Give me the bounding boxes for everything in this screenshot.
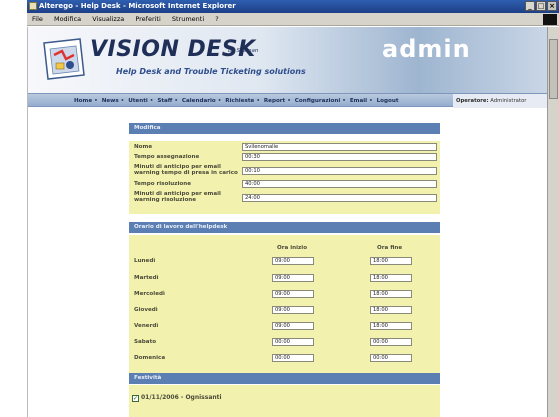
sabato-end-input[interactable]: 00:00 bbox=[370, 338, 412, 346]
orario-panel: Ora inizio Ora fine Lunedì 09:00 18:00 M… bbox=[129, 235, 440, 375]
anticipo-risoluzione-input[interactable]: 24:00 bbox=[242, 194, 437, 202]
nav-spacer bbox=[28, 108, 547, 117]
nav-links: Home • News • Utenti • Staff • Calendario • R… bbox=[74, 94, 399, 108]
col-ora-inizio: Ora inizio bbox=[277, 245, 308, 251]
nav-separator: • bbox=[94, 98, 98, 104]
nav-logout[interactable]: Logout bbox=[377, 98, 399, 104]
holiday-checkbox[interactable]: ✓ bbox=[132, 395, 139, 402]
modifica-panel: Nome Svilenomalie Tempo assegnazione 00:… bbox=[129, 141, 440, 214]
field-label-tempo-risoluzione: Tempo risoluzione bbox=[134, 181, 192, 187]
field-label-nome: Nome bbox=[134, 144, 153, 150]
martedi-start-input[interactable]: 09:00 bbox=[272, 274, 314, 282]
ie-app-icon bbox=[29, 2, 37, 10]
operator-name: Administrator bbox=[490, 98, 527, 104]
window-titlebar: Alterego - Help Desk - Microsoft Interne… bbox=[27, 0, 559, 13]
martedi-end-input[interactable]: 18:00 bbox=[370, 274, 412, 282]
nome-input[interactable]: Svilenomalie bbox=[242, 143, 437, 151]
nav-report[interactable]: Report bbox=[264, 98, 285, 104]
day-label: Venerdì bbox=[134, 323, 159, 329]
festivita-panel: ✓ 01/11/2006 - Ognissanti bbox=[129, 385, 440, 417]
field-label-anticipo-presa-carico: Minuti di anticipo per email warning tem… bbox=[134, 164, 238, 176]
nav-home[interactable]: Home bbox=[74, 98, 92, 104]
nav-separator: • bbox=[256, 98, 260, 104]
nav-separator: • bbox=[369, 98, 373, 104]
operator-label: Operatore: bbox=[456, 98, 489, 104]
lunedi-start-input[interactable]: 09:00 bbox=[272, 257, 314, 265]
field-label-anticipo-risoluzione: Minuti di anticipo per email warning ris… bbox=[134, 191, 221, 203]
brand-tagline: Help Desk and Trouble Ticketing solution… bbox=[116, 67, 306, 76]
nav-separator: • bbox=[149, 98, 154, 104]
menu-help[interactable]: ? bbox=[215, 15, 218, 23]
maximize-icon[interactable]: □ bbox=[536, 1, 546, 11]
operator-info: Operatore: Administrator bbox=[453, 94, 547, 108]
window-controls: _ □ × bbox=[525, 1, 557, 11]
orario-header: Orario di lavoro dell'helpdesk bbox=[129, 222, 440, 233]
nav-separator: • bbox=[287, 98, 291, 104]
day-label: Giovedì bbox=[134, 307, 158, 313]
menu-modifica[interactable]: Modifica bbox=[54, 15, 81, 23]
nav-separator: • bbox=[120, 98, 125, 104]
nav-richieste[interactable]: Richieste bbox=[225, 98, 254, 104]
menu-file[interactable]: File bbox=[32, 15, 43, 23]
windows-logo-icon bbox=[543, 14, 557, 25]
day-label: Mercoledì bbox=[134, 291, 165, 297]
nav-configurazioni[interactable]: Configurazioni bbox=[295, 98, 341, 104]
nav-separator: • bbox=[342, 98, 346, 104]
nav-separator: • bbox=[217, 98, 222, 104]
nav-separator: • bbox=[174, 98, 178, 104]
minimize-icon[interactable]: _ bbox=[525, 1, 535, 11]
brand-by: by Sysman bbox=[228, 48, 259, 54]
domenica-start-input[interactable]: 00:00 bbox=[272, 354, 314, 362]
nav-news[interactable]: News bbox=[102, 98, 119, 104]
nav-email[interactable]: Email bbox=[350, 98, 367, 104]
sabato-start-input[interactable]: 00:00 bbox=[272, 338, 314, 346]
menu-strumenti[interactable]: Strumenti bbox=[172, 15, 204, 23]
main-nav: Home • News • Utenti • Staff • Calendario • R… bbox=[28, 93, 547, 108]
day-label: Martedì bbox=[134, 275, 159, 281]
nav-staff[interactable]: Staff bbox=[157, 98, 172, 104]
area-title: admin bbox=[382, 35, 471, 63]
menu-visualizza[interactable]: Visualizza bbox=[92, 15, 124, 23]
header-banner: VISION DESK by Sysman Help Desk and Trou… bbox=[28, 27, 547, 93]
menu-preferiti[interactable]: Preferiti bbox=[135, 15, 160, 23]
modifica-header: Modifica bbox=[129, 123, 440, 134]
venerdi-end-input[interactable]: 18:00 bbox=[370, 322, 412, 330]
scrollbar-thumb[interactable] bbox=[549, 39, 558, 99]
venerdi-start-input[interactable]: 09:00 bbox=[272, 322, 314, 330]
giovedi-end-input[interactable]: 18:00 bbox=[370, 306, 412, 314]
holiday-label: 01/11/2006 - Ognissanti bbox=[141, 394, 222, 401]
vision-desk-logo-icon bbox=[43, 38, 85, 80]
menu-bar: File Modifica Visualizza Preferiti Strum… bbox=[27, 13, 559, 26]
field-label-tempo-assegnazione: Tempo assegnazione bbox=[134, 154, 200, 160]
tempo-risoluzione-input[interactable]: 40:00 bbox=[242, 180, 437, 188]
domenica-end-input[interactable]: 00:00 bbox=[370, 354, 412, 362]
vertical-scrollbar[interactable] bbox=[547, 27, 559, 417]
mercoledi-end-input[interactable]: 18:00 bbox=[370, 290, 412, 298]
col-ora-fine: Ora fine bbox=[377, 245, 403, 251]
tempo-assegnazione-input[interactable]: 00:30 bbox=[242, 153, 437, 161]
close-icon[interactable]: × bbox=[547, 1, 557, 11]
festivita-header: Festività bbox=[129, 373, 440, 384]
nav-calendario[interactable]: Calendario bbox=[182, 98, 216, 104]
left-margin bbox=[0, 0, 27, 417]
page-content: VISION DESK by Sysman Help Desk and Trou… bbox=[27, 27, 547, 417]
anticipo-presa-carico-input[interactable]: 00:10 bbox=[242, 167, 437, 175]
day-label: Sabato bbox=[134, 339, 157, 345]
window-title: Alterego - Help Desk - Microsoft Interne… bbox=[39, 2, 236, 10]
nav-utenti[interactable]: Utenti bbox=[128, 98, 148, 104]
day-label: Domenica bbox=[134, 355, 166, 361]
day-label: Lunedì bbox=[134, 258, 156, 264]
lunedi-end-input[interactable]: 18:00 bbox=[370, 257, 412, 265]
giovedi-start-input[interactable]: 09:00 bbox=[272, 306, 314, 314]
mercoledi-start-input[interactable]: 09:00 bbox=[272, 290, 314, 298]
